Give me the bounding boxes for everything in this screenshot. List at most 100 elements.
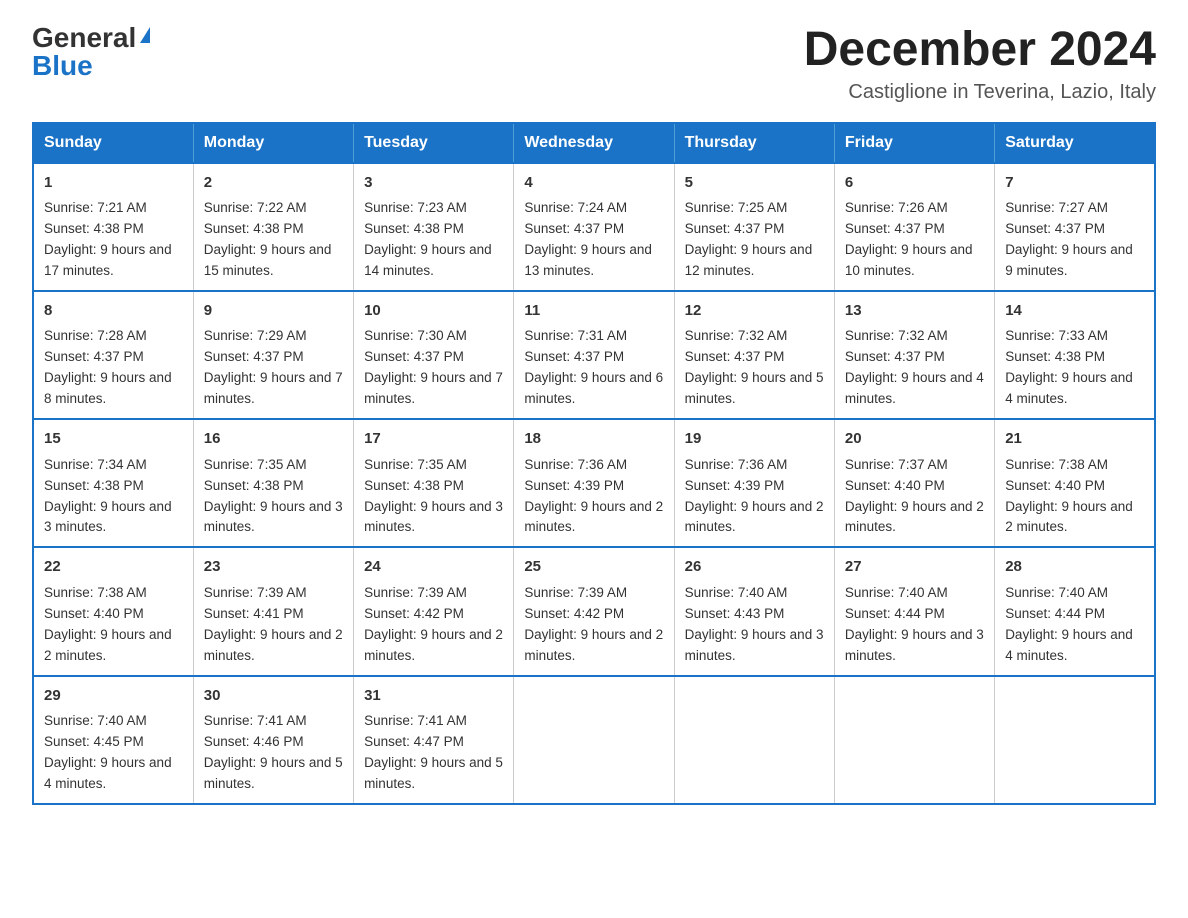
day-number: 27 <box>845 556 984 579</box>
cell-info: Sunrise: 7:30 AMSunset: 4:37 PMDaylight:… <box>364 328 503 406</box>
logo: General Blue <box>32 24 150 80</box>
day-number: 31 <box>364 685 503 708</box>
cell-info: Sunrise: 7:36 AMSunset: 4:39 PMDaylight:… <box>685 457 824 535</box>
calendar-cell: 8 Sunrise: 7:28 AMSunset: 4:37 PMDaylight… <box>33 291 193 419</box>
calendar-cell: 15 Sunrise: 7:34 AMSunset: 4:38 PMDayligh… <box>33 419 193 547</box>
calendar-cell: 1 Sunrise: 7:21 AMSunset: 4:38 PMDaylight… <box>33 163 193 291</box>
calendar-cell: 17 Sunrise: 7:35 AMSunset: 4:38 PMDayligh… <box>354 419 514 547</box>
cell-info: Sunrise: 7:39 AMSunset: 4:42 PMDaylight:… <box>524 585 663 663</box>
calendar-cell: 27 Sunrise: 7:40 AMSunset: 4:44 PMDayligh… <box>834 547 994 675</box>
header-cell-friday: Friday <box>834 123 994 163</box>
header-cell-thursday: Thursday <box>674 123 834 163</box>
cell-info: Sunrise: 7:27 AMSunset: 4:37 PMDaylight:… <box>1005 200 1133 278</box>
week-row-1: 8 Sunrise: 7:28 AMSunset: 4:37 PMDaylight… <box>33 291 1155 419</box>
day-number: 11 <box>524 300 663 323</box>
cell-info: Sunrise: 7:21 AMSunset: 4:38 PMDaylight:… <box>44 200 172 278</box>
cell-info: Sunrise: 7:39 AMSunset: 4:42 PMDaylight:… <box>364 585 503 663</box>
cell-info: Sunrise: 7:29 AMSunset: 4:37 PMDaylight:… <box>204 328 343 406</box>
cell-info: Sunrise: 7:40 AMSunset: 4:44 PMDaylight:… <box>845 585 984 663</box>
day-number: 10 <box>364 300 503 323</box>
cell-info: Sunrise: 7:32 AMSunset: 4:37 PMDaylight:… <box>685 328 824 406</box>
month-title: December 2024 <box>804 24 1156 77</box>
calendar-cell: 26Sunrise: 7:40 AMSunset: 4:43 PMDayligh… <box>674 547 834 675</box>
day-number: 13 <box>845 300 984 323</box>
cell-info: Sunrise: 7:34 AMSunset: 4:38 PMDaylight:… <box>44 457 172 535</box>
cell-info: Sunrise: 7:41 AMSunset: 4:46 PMDaylight:… <box>204 713 343 791</box>
calendar-cell: 9 Sunrise: 7:29 AMSunset: 4:37 PMDaylight… <box>193 291 353 419</box>
calendar-cell: 11 Sunrise: 7:31 AMSunset: 4:37 PMDayligh… <box>514 291 674 419</box>
week-row-4: 29Sunrise: 7:40 AMSunset: 4:45 PMDayligh… <box>33 676 1155 804</box>
day-number: 6 <box>845 172 984 195</box>
cell-info: Sunrise: 7:22 AMSunset: 4:38 PMDaylight:… <box>204 200 332 278</box>
day-number: 30 <box>204 685 343 708</box>
day-number: 3 <box>364 172 503 195</box>
cell-info: Sunrise: 7:38 AMSunset: 4:40 PMDaylight:… <box>44 585 172 663</box>
day-number: 4 <box>524 172 663 195</box>
header-cell-wednesday: Wednesday <box>514 123 674 163</box>
calendar-cell <box>834 676 994 804</box>
day-number: 17 <box>364 428 503 451</box>
day-number: 22 <box>44 556 183 579</box>
cell-info: Sunrise: 7:40 AMSunset: 4:43 PMDaylight:… <box>685 585 824 663</box>
logo-general-text: General <box>32 24 136 52</box>
calendar-cell: 25 Sunrise: 7:39 AMSunset: 4:42 PMDayligh… <box>514 547 674 675</box>
calendar-table: SundayMondayTuesdayWednesdayThursdayFrid… <box>32 122 1156 805</box>
day-number: 12 <box>685 300 824 323</box>
logo-triangle-icon <box>140 27 150 43</box>
cell-info: Sunrise: 7:31 AMSunset: 4:37 PMDaylight:… <box>524 328 663 406</box>
day-number: 14 <box>1005 300 1144 323</box>
day-number: 18 <box>524 428 663 451</box>
calendar-cell: 6 Sunrise: 7:26 AMSunset: 4:37 PMDaylight… <box>834 163 994 291</box>
cell-info: Sunrise: 7:28 AMSunset: 4:37 PMDaylight:… <box>44 328 172 406</box>
calendar-cell: 23Sunrise: 7:39 AMSunset: 4:41 PMDayligh… <box>193 547 353 675</box>
calendar-cell <box>674 676 834 804</box>
cell-info: Sunrise: 7:33 AMSunset: 4:38 PMDaylight:… <box>1005 328 1133 406</box>
calendar-header: SundayMondayTuesdayWednesdayThursdayFrid… <box>33 123 1155 163</box>
calendar-cell: 21Sunrise: 7:38 AMSunset: 4:40 PMDayligh… <box>995 419 1155 547</box>
cell-info: Sunrise: 7:26 AMSunset: 4:37 PMDaylight:… <box>845 200 973 278</box>
cell-info: Sunrise: 7:40 AMSunset: 4:45 PMDaylight:… <box>44 713 172 791</box>
day-number: 7 <box>1005 172 1144 195</box>
cell-info: Sunrise: 7:25 AMSunset: 4:37 PMDaylight:… <box>685 200 813 278</box>
cell-info: Sunrise: 7:35 AMSunset: 4:38 PMDaylight:… <box>364 457 503 535</box>
logo-blue-text: Blue <box>32 50 93 81</box>
day-number: 1 <box>44 172 183 195</box>
cell-info: Sunrise: 7:32 AMSunset: 4:37 PMDaylight:… <box>845 328 984 406</box>
day-number: 21 <box>1005 428 1144 451</box>
day-number: 19 <box>685 428 824 451</box>
day-number: 28 <box>1005 556 1144 579</box>
calendar-cell: 13 Sunrise: 7:32 AMSunset: 4:37 PMDayligh… <box>834 291 994 419</box>
header-row: SundayMondayTuesdayWednesdayThursdayFrid… <box>33 123 1155 163</box>
calendar-cell <box>514 676 674 804</box>
calendar-cell: 24 Sunrise: 7:39 AMSunset: 4:42 PMDayligh… <box>354 547 514 675</box>
week-row-3: 22 Sunrise: 7:38 AMSunset: 4:40 PMDayligh… <box>33 547 1155 675</box>
location-title: Castiglione in Teverina, Lazio, Italy <box>804 81 1156 104</box>
day-number: 9 <box>204 300 343 323</box>
cell-info: Sunrise: 7:37 AMSunset: 4:40 PMDaylight:… <box>845 457 984 535</box>
cell-info: Sunrise: 7:35 AMSunset: 4:38 PMDaylight:… <box>204 457 343 535</box>
week-row-2: 15 Sunrise: 7:34 AMSunset: 4:38 PMDayligh… <box>33 419 1155 547</box>
calendar-cell: 18 Sunrise: 7:36 AMSunset: 4:39 PMDayligh… <box>514 419 674 547</box>
page-header: General Blue December 2024 Castiglione i… <box>32 24 1156 104</box>
calendar-cell: 22 Sunrise: 7:38 AMSunset: 4:40 PMDayligh… <box>33 547 193 675</box>
day-number: 15 <box>44 428 183 451</box>
cell-info: Sunrise: 7:41 AMSunset: 4:47 PMDaylight:… <box>364 713 503 791</box>
cell-info: Sunrise: 7:40 AMSunset: 4:44 PMDaylight:… <box>1005 585 1133 663</box>
week-row-0: 1 Sunrise: 7:21 AMSunset: 4:38 PMDaylight… <box>33 163 1155 291</box>
header-cell-saturday: Saturday <box>995 123 1155 163</box>
header-cell-monday: Monday <box>193 123 353 163</box>
calendar-cell: 19 Sunrise: 7:36 AMSunset: 4:39 PMDayligh… <box>674 419 834 547</box>
cell-info: Sunrise: 7:36 AMSunset: 4:39 PMDaylight:… <box>524 457 663 535</box>
day-number: 16 <box>204 428 343 451</box>
calendar-cell: 10 Sunrise: 7:30 AMSunset: 4:37 PMDayligh… <box>354 291 514 419</box>
calendar-cell: 5 Sunrise: 7:25 AMSunset: 4:37 PMDaylight… <box>674 163 834 291</box>
calendar-cell: 3 Sunrise: 7:23 AMSunset: 4:38 PMDaylight… <box>354 163 514 291</box>
calendar-cell: 16 Sunrise: 7:35 AMSunset: 4:38 PMDayligh… <box>193 419 353 547</box>
day-number: 24 <box>364 556 503 579</box>
day-number: 5 <box>685 172 824 195</box>
cell-info: Sunrise: 7:23 AMSunset: 4:38 PMDaylight:… <box>364 200 492 278</box>
day-number: 8 <box>44 300 183 323</box>
day-number: 2 <box>204 172 343 195</box>
day-number: 25 <box>524 556 663 579</box>
calendar-cell: 12 Sunrise: 7:32 AMSunset: 4:37 PMDayligh… <box>674 291 834 419</box>
